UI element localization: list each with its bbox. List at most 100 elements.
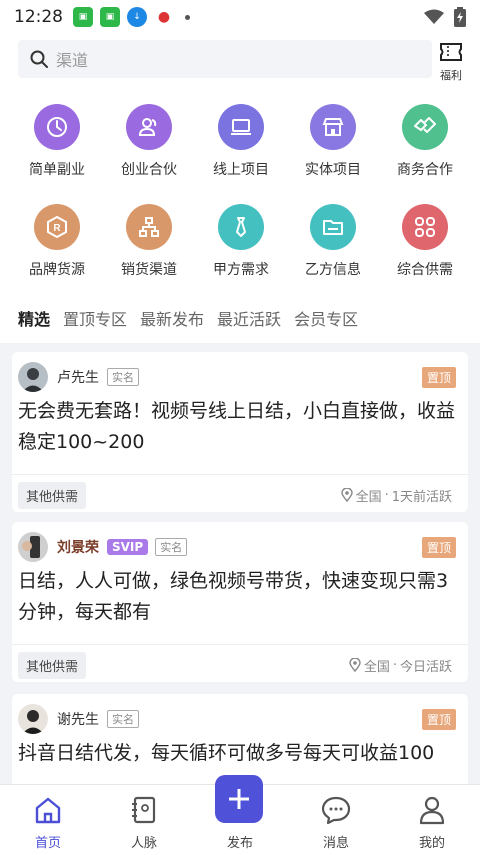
battery-icon	[454, 7, 466, 27]
benefit-label: 福利	[440, 69, 462, 82]
handshake-icon	[402, 104, 448, 150]
status-bar: 12:28 ▣ ▣ ↓ ●	[0, 0, 480, 34]
post-header: 刘景荣 SVIP 实名 置顶	[18, 530, 456, 564]
category-label: 商务合作	[397, 162, 453, 178]
activity-text: 今日活跃	[399, 659, 452, 675]
category-brand-supply[interactable]: R 品牌货源	[11, 204, 103, 279]
benefit-button[interactable]: 福利	[436, 42, 466, 82]
status-time: 12:28	[14, 7, 63, 27]
category-sales-channel[interactable]: 销货渠道	[103, 204, 195, 279]
nav-messages[interactable]: 消息	[296, 795, 376, 851]
post-footer: 其他供需 全国 · 1天前活跃	[18, 481, 452, 509]
avatar[interactable]	[18, 704, 48, 734]
avatar[interactable]	[18, 532, 48, 562]
category-label: 乙方信息	[305, 262, 361, 278]
category-simple-side-job[interactable]: 简单副业	[11, 104, 103, 179]
download-icon: ↓	[127, 7, 147, 27]
category-business-coop[interactable]: 商务合作	[379, 104, 471, 179]
category-provider-info[interactable]: 乙方信息	[287, 204, 379, 279]
nav-mine-label: 我的	[418, 836, 445, 851]
bottom-nav: 首页 人脉 发布 消息 我的	[0, 775, 480, 855]
category-online-project[interactable]: 线上项目	[195, 104, 287, 179]
home-icon	[35, 797, 61, 824]
chat-bubble-icon	[321, 796, 351, 825]
location-info: 全国 · 1天前活跃	[340, 486, 452, 505]
author-name[interactable]: 刘景荣	[57, 537, 99, 557]
search-icon	[30, 50, 48, 68]
post-header: 卢先生 实名 置顶	[18, 360, 456, 394]
ticket-icon	[440, 43, 462, 61]
activity-text: 1天前活跃	[391, 489, 452, 505]
location-info: 全国 · 今日活跃	[349, 656, 452, 675]
separator-dot: ·	[392, 657, 397, 673]
category-tag[interactable]: 其他供需	[18, 481, 87, 509]
separator-dot: ·	[384, 487, 389, 503]
network-icon	[126, 204, 172, 250]
tab-member-zone[interactable]: 会员专区	[294, 306, 358, 330]
pinned-badge: 置顶	[421, 708, 456, 730]
location-text: 全国	[363, 659, 390, 675]
category-tag[interactable]: 其他供需	[18, 651, 87, 679]
avatar[interactable]	[18, 362, 48, 392]
divider	[12, 644, 468, 645]
store-icon	[310, 104, 356, 150]
category-label: 综合供需	[397, 262, 453, 278]
author-name[interactable]: 卢先生	[57, 367, 99, 387]
verified-badge: 实名	[107, 368, 139, 386]
publish-label: 发布	[226, 836, 253, 851]
search-placeholder: 渠道	[56, 51, 89, 70]
pinned-badge: 置顶	[421, 536, 456, 558]
category-general-supply[interactable]: 综合供需	[379, 204, 471, 279]
category-physical-project[interactable]: 实体项目	[287, 104, 379, 179]
tab-featured[interactable]: 精选	[18, 306, 50, 330]
clock-icon	[34, 104, 80, 150]
grid-icon	[402, 204, 448, 250]
plus-icon	[229, 789, 249, 809]
nav-home[interactable]: 首页	[8, 795, 88, 851]
tab-pinned-zone[interactable]: 置顶专区	[63, 306, 127, 330]
verified-badge: 实名	[107, 710, 139, 728]
post-footer: 其他供需 全国 · 今日活跃	[18, 651, 452, 679]
location-text: 全国	[355, 489, 382, 505]
nav-contacts[interactable]: 人脉	[104, 795, 184, 851]
nav-home-label: 首页	[34, 836, 61, 851]
dot-icon	[185, 14, 190, 20]
location-pin-icon	[340, 488, 353, 502]
category-label: 品牌货源	[29, 262, 85, 278]
post-header: 谢先生 实名 置顶	[18, 702, 456, 736]
feed-tabs: 精选 置顶专区 最新发布 最近活跃 会员专区	[0, 293, 480, 343]
publish-button[interactable]	[215, 775, 263, 823]
category-label: 实体项目	[305, 162, 361, 178]
tab-recent-active[interactable]: 最近活跃	[217, 306, 281, 330]
post-card[interactable]: 卢先生 实名 置顶 无会费无套路！视频号线上日结，小白直接做，收益稳定100~2…	[12, 352, 468, 512]
user-icon	[419, 796, 445, 825]
category-label: 创业合伙	[121, 162, 177, 178]
tab-latest[interactable]: 最新发布	[140, 306, 204, 330]
post-title[interactable]: 无会费无套路！视频号线上日结，小白直接做，收益稳定100~200	[18, 396, 462, 458]
nav-messages-label: 消息	[322, 836, 349, 851]
laptop-icon	[218, 104, 264, 150]
app-green-icon: ▣	[73, 7, 93, 27]
tie-icon	[218, 204, 264, 250]
wifi-icon	[424, 9, 444, 24]
author-name[interactable]: 谢先生	[57, 709, 99, 729]
nav-mine[interactable]: 我的	[392, 795, 472, 851]
post-card[interactable]: 刘景荣 SVIP 实名 置顶 日结，人人可做，绿色视频号带货，快速变现只需3分钟…	[12, 522, 468, 682]
folder-icon	[310, 204, 356, 250]
category-client-demand[interactable]: 甲方需求	[195, 204, 287, 279]
svip-badge: SVIP	[107, 539, 149, 555]
category-label: 简单副业	[29, 162, 85, 178]
contacts-book-icon	[132, 796, 156, 824]
category-label: 销货渠道	[121, 262, 177, 278]
location-pin-icon	[349, 658, 361, 672]
divider	[12, 474, 468, 475]
category-partnership[interactable]: 创业合伙	[103, 104, 195, 179]
category-grid: 简单副业 创业合伙 线上项目 实体项目 商务合作 R 品牌货源 销货渠道 甲方需…	[0, 90, 480, 293]
verified-badge: 实名	[155, 538, 188, 556]
category-label: 甲方需求	[213, 262, 269, 278]
category-label: 线上项目	[213, 162, 269, 178]
post-title[interactable]: 日结，人人可做，绿色视频号带货，快速变现只需3分钟，每天都有	[18, 566, 462, 628]
post-title[interactable]: 抖音日结代发，每天循环可做多号每天可收益100	[18, 738, 462, 769]
search-bar[interactable]: 渠道	[18, 40, 432, 78]
svg-text:R: R	[53, 223, 61, 234]
